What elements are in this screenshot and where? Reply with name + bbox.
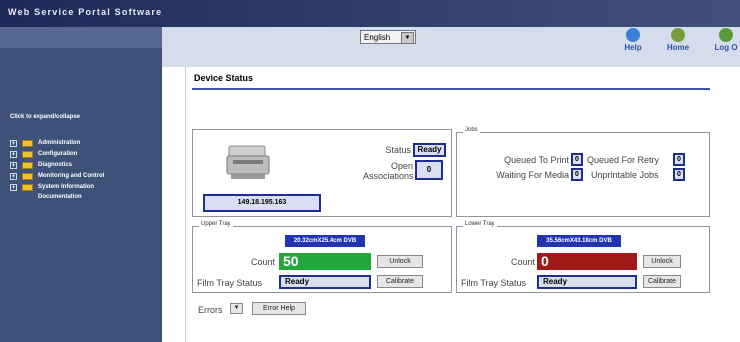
sidebar-header-strip	[0, 27, 162, 48]
home-icon	[671, 28, 685, 42]
upper-film-tray-status-label: Film Tray Status	[197, 278, 263, 288]
nav-bar	[162, 27, 740, 67]
jobs-legend: Jobs	[463, 127, 480, 133]
expand-icon: +	[10, 184, 17, 191]
tree-item-monitoring[interactable]: + Monitoring and Control	[10, 171, 104, 182]
expand-icon: +	[10, 140, 17, 147]
lower-count-label: Count	[510, 257, 535, 267]
unprintable-jobs-value: 0	[673, 168, 685, 181]
tree-item-system-info[interactable]: + System Information	[10, 182, 104, 193]
unprintable-jobs-label: Unprintable Jobs	[591, 170, 659, 180]
nav-tree: + Administration + Configuration + Diagnost…	[10, 138, 104, 202]
folder-icon	[22, 140, 33, 147]
upper-calibrate-button[interactable]: Calibrate	[377, 275, 423, 288]
tree-hint: Click to expand/collapse	[10, 114, 81, 120]
folder-icon	[22, 173, 33, 180]
queued-to-print-label: Queued To Print	[504, 155, 569, 165]
lower-tray-panel: Lower Tray 35.56cmX43.18cm DVB Count 0 U…	[456, 221, 710, 293]
page-title: Device Status	[194, 73, 254, 83]
top-banner: Web Service Portal Software	[0, 0, 740, 27]
upper-tray-legend: Upper Tray	[199, 221, 233, 227]
upper-tray-dims: 20.32cmX25.4cm DVB	[285, 235, 365, 247]
printer-icon	[226, 145, 270, 179]
help-icon	[626, 28, 640, 42]
open-associations-value: 0	[415, 160, 443, 180]
language-select[interactable]: English ▼	[360, 30, 416, 44]
open-associations-label: Open Associations	[363, 161, 414, 181]
main-panel: Device Status 149.18.195.163 Status Read…	[185, 67, 716, 342]
lower-tray-legend: Lower Tray	[463, 221, 497, 227]
lower-film-tray-status-label: Film Tray Status	[461, 278, 527, 288]
errors-label: Errors	[198, 305, 223, 315]
status-value: Ready	[413, 143, 446, 157]
language-value: English	[364, 33, 391, 42]
title-divider	[192, 88, 710, 90]
device-panel: 149.18.195.163 Status Ready Open Associa…	[192, 129, 452, 217]
device-ip: 149.18.195.163	[203, 194, 321, 212]
logout-icon	[719, 28, 733, 42]
queued-for-retry-label: Queued For Retry	[587, 155, 660, 165]
queued-to-print-value: 0	[571, 153, 583, 166]
expand-icon: +	[10, 151, 17, 158]
logout-button[interactable]: Log O	[708, 28, 740, 52]
upper-tray-panel: Upper Tray 20.32cmX25.4cm DVB Count 50 U…	[192, 221, 452, 293]
chevron-down-icon: ▼	[233, 305, 240, 311]
logout-label: Log O	[714, 43, 738, 52]
waiting-for-media-label: Waiting For Media	[496, 170, 569, 180]
brand-title: Web Service Portal Software	[8, 7, 163, 17]
lower-film-tray-status-value: Ready	[537, 275, 637, 289]
error-help-button[interactable]: Error Help	[252, 302, 306, 315]
help-button[interactable]: Help	[615, 28, 651, 52]
folder-icon	[22, 151, 33, 158]
tree-item-documentation[interactable]: Documentation	[10, 193, 104, 202]
chevron-down-icon[interactable]: ▼	[401, 32, 414, 44]
lower-count-value: 0	[537, 253, 637, 270]
home-button[interactable]: Home	[660, 28, 696, 52]
lower-tray-dims: 35.56cmX43.18cm DVB	[537, 235, 621, 247]
upper-film-tray-status-value: Ready	[279, 275, 371, 289]
errors-dropdown[interactable]: ▼	[230, 303, 243, 314]
expand-icon: +	[10, 162, 17, 169]
upper-unlock-button[interactable]: Unlock	[377, 255, 423, 268]
upper-count-value: 50	[279, 253, 371, 270]
tree-item-administration[interactable]: + Administration	[10, 138, 104, 149]
expand-icon: +	[10, 173, 17, 180]
queued-for-retry-value: 0	[673, 153, 685, 166]
upper-count-label: Count	[250, 257, 275, 267]
folder-icon	[22, 162, 33, 169]
tree-item-diagnostics[interactable]: + Diagnostics	[10, 160, 104, 171]
lower-calibrate-button[interactable]: Calibrate	[643, 275, 681, 288]
waiting-for-media-value: 0	[571, 168, 583, 181]
help-label: Help	[624, 43, 642, 52]
home-label: Home	[666, 43, 690, 52]
lower-unlock-button[interactable]: Unlock	[643, 255, 681, 268]
tree-item-configuration[interactable]: + Configuration	[10, 149, 104, 160]
jobs-panel: Jobs Queued To Print 0 Queued For Retry …	[456, 127, 710, 217]
status-label: Status	[385, 145, 411, 155]
folder-icon	[22, 184, 33, 191]
